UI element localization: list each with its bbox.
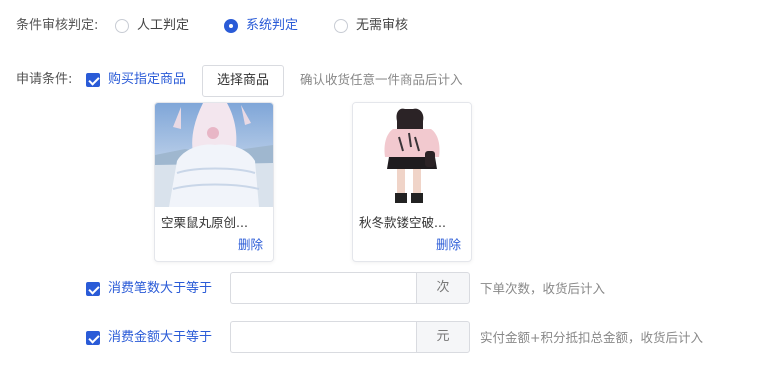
order-amount-unit: 元 bbox=[416, 321, 470, 353]
product-name: 空栗鼠丸原创... bbox=[161, 215, 248, 230]
select-hint: 确认收货任意一件商品后计入 bbox=[300, 72, 463, 87]
select-product-button[interactable]: 选择商品 bbox=[202, 65, 285, 97]
buy-product-label: 购买指定商品 bbox=[108, 72, 187, 87]
radio-circle-checked[interactable] bbox=[224, 19, 238, 33]
order-count-input-group: 次 bbox=[230, 272, 470, 304]
radio-circle[interactable] bbox=[115, 19, 129, 33]
order-count-checkbox-row[interactable]: 消费笔数大于等于 bbox=[86, 280, 212, 298]
order-count-input[interactable] bbox=[230, 272, 416, 304]
radio-none-label: 无需审核 bbox=[356, 18, 409, 33]
order-count-checkbox[interactable] bbox=[86, 282, 100, 296]
order-amount-checkbox-row[interactable]: 消费金额大于等于 bbox=[86, 329, 212, 347]
condition-label: 申请条件: bbox=[16, 72, 73, 87]
delete-product-link[interactable]: 删除 bbox=[353, 236, 471, 254]
product-card: 空栗鼠丸原创... 删除 bbox=[154, 102, 274, 262]
order-amount-input-group: 元 bbox=[230, 321, 470, 353]
product-image bbox=[155, 103, 273, 207]
radio-system-label: 系统判定 bbox=[246, 18, 299, 33]
order-count-hint: 下单次数，收货后计入 bbox=[480, 281, 606, 296]
order-count-label: 消费笔数大于等于 bbox=[108, 281, 213, 296]
product-name: 秋冬款镂空破... bbox=[359, 215, 446, 230]
radio-manual-label: 人工判定 bbox=[137, 18, 190, 33]
order-amount-hint: 实付金额+积分抵扣总金额，收货后计入 bbox=[480, 330, 703, 345]
buy-product-checkbox[interactable] bbox=[86, 73, 100, 87]
order-amount-input[interactable] bbox=[230, 321, 416, 353]
buy-product-checkbox-row[interactable]: 购买指定商品 bbox=[86, 71, 186, 89]
product-image bbox=[353, 103, 471, 207]
radio-manual[interactable]: 人工判定 bbox=[115, 17, 189, 35]
order-count-unit: 次 bbox=[416, 272, 470, 304]
delete-product-link[interactable]: 删除 bbox=[155, 236, 273, 254]
product-card: 秋冬款镂空破... 删除 bbox=[352, 102, 472, 262]
radio-system[interactable]: 系统判定 bbox=[224, 17, 298, 35]
review-label: 条件审核判定: bbox=[16, 18, 99, 33]
radio-none[interactable]: 无需审核 bbox=[334, 17, 408, 35]
order-amount-checkbox[interactable] bbox=[86, 331, 100, 345]
radio-circle[interactable] bbox=[334, 19, 348, 33]
order-amount-label: 消费金额大于等于 bbox=[108, 330, 213, 345]
